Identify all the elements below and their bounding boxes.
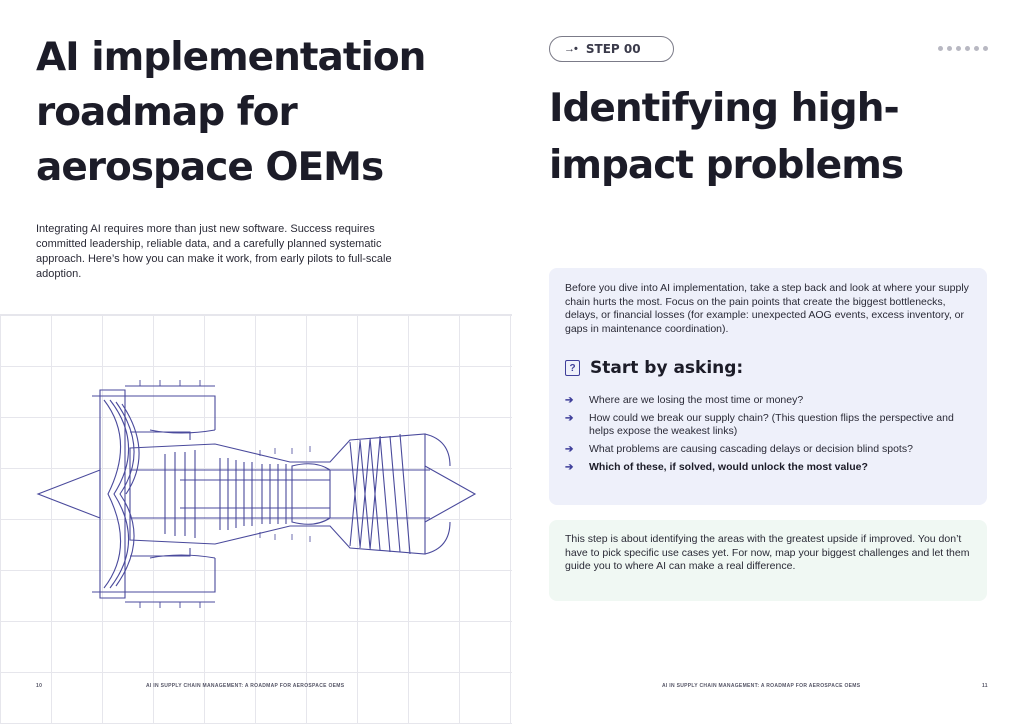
- step-badge: →• STEP 00: [549, 36, 674, 62]
- intro-card: Before you dive into AI implementation, …: [549, 268, 987, 505]
- list-item: ➔ Where are we losing the most time or mo…: [565, 394, 804, 406]
- step-title: Identifying high-impact problems: [549, 86, 904, 188]
- page-dots: [938, 46, 988, 51]
- ask-heading: ? Start by asking:: [565, 358, 971, 378]
- running-footer: AI IN SUPPLY CHAIN MANAGEMENT: A ROADMAP…: [146, 683, 345, 689]
- dot-icon: [965, 46, 970, 51]
- dot-icon: [956, 46, 961, 51]
- dot-icon: [983, 46, 988, 51]
- arrow-right-icon: ➔: [565, 413, 574, 424]
- note-card: This step is about identifying the areas…: [549, 520, 987, 601]
- questions-list: ➔ Where are we losing the most time or mo…: [565, 394, 971, 474]
- right-page: →• STEP 00 Identifying high-impact probl…: [512, 0, 1024, 724]
- arrow-right-icon: →•: [564, 43, 578, 55]
- page-number: 10: [36, 683, 43, 689]
- arrow-right-icon: ➔: [565, 462, 574, 473]
- ask-heading-text: Start by asking:: [590, 358, 744, 378]
- list-item: ➔ Which of these, if solved, would unlock…: [565, 461, 868, 473]
- step-label: STEP 00: [585, 42, 641, 56]
- dot-icon: [938, 46, 943, 51]
- turbofan-engine-icon: [36, 380, 477, 608]
- intro-card-text: Before you dive into AI implementation, …: [565, 282, 969, 335]
- arrow-right-icon: ➔: [565, 444, 574, 455]
- dot-icon: [974, 46, 979, 51]
- running-footer: AI IN SUPPLY CHAIN MANAGEMENT: A ROADMAP…: [662, 683, 861, 689]
- intro-paragraph: Integrating AI requires more than just n…: [36, 223, 392, 280]
- list-item: ➔ What problems are causing cascading del…: [565, 443, 913, 455]
- page-title: AI implementation roadmap for aerospace …: [36, 35, 426, 190]
- arrow-right-icon: ➔: [565, 395, 574, 406]
- question-bubble-icon: ?: [565, 360, 580, 376]
- left-page: AI implementation roadmap for aerospace …: [0, 0, 512, 724]
- dot-icon: [947, 46, 952, 51]
- note-card-text: This step is about identifying the areas…: [565, 533, 970, 572]
- page-number: 11: [982, 683, 988, 689]
- list-item: ➔ How could we break our supply chain? (T…: [565, 412, 954, 437]
